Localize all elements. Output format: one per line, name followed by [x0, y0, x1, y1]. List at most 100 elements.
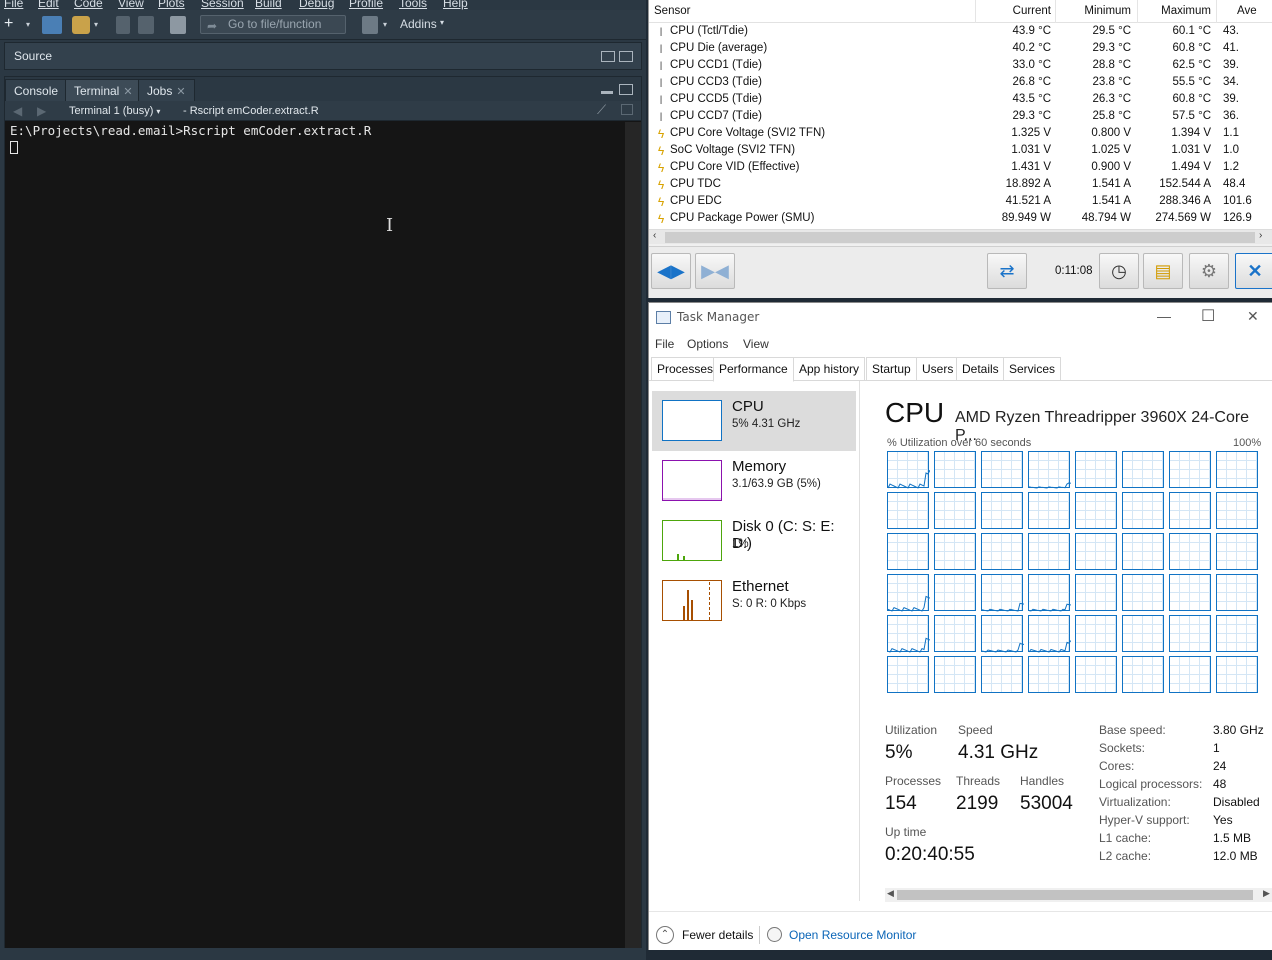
sensor-name: CPU CCD7 (Tdie)	[670, 110, 763, 122]
open-file-icon[interactable]	[72, 16, 90, 34]
sensor-row[interactable]: ϟ CPU TDC 18.892 A 1.541 A 152.544 A 48.4	[649, 177, 1272, 194]
print-icon[interactable]	[170, 16, 186, 34]
minimize-pane-icon[interactable]	[601, 91, 613, 94]
col-minimum[interactable]: Minimum	[1079, 5, 1131, 17]
logging-icon[interactable]: ▤	[1143, 253, 1183, 289]
core-graph	[1169, 615, 1211, 652]
close-terminal-icon[interactable]	[621, 104, 633, 115]
addins-button[interactable]: Addins	[400, 17, 437, 31]
new-project-icon[interactable]	[42, 16, 62, 34]
sensor-row[interactable]: ϟ SoC Voltage (SVI2 TFN) 1.031 V 1.025 V 1.0…	[649, 143, 1272, 160]
scroll-thumb[interactable]	[665, 232, 1255, 243]
menu-file[interactable]: File	[655, 337, 674, 351]
sensor-row[interactable]: ϟ CPU Package Power (SMU) 89.949 W 48.794 W…	[649, 211, 1272, 228]
sidebar-item-cpu[interactable]: CPU 5% 4.31 GHz	[652, 391, 856, 451]
tab-startup[interactable]: Startup	[866, 357, 917, 381]
tab-jobs[interactable]: Jobs ✕	[138, 79, 195, 101]
gear-icon[interactable]: ⚙	[1189, 253, 1229, 289]
clock-icon[interactable]: ◷	[1099, 253, 1139, 289]
menu-debug[interactable]: Debug	[299, 0, 334, 10]
terminal-selector[interactable]: Terminal 1 (busy) ▾	[69, 105, 160, 117]
back-arrow-icon[interactable]: ◀	[13, 104, 22, 118]
menu-code[interactable]: Code	[74, 0, 103, 10]
tab-performance[interactable]: Performance	[713, 357, 794, 382]
menu-profile[interactable]: Profile	[349, 0, 383, 10]
col-current[interactable]: Current	[1009, 5, 1051, 17]
terminal-scrollbar[interactable]	[625, 122, 641, 948]
scroll-left-icon[interactable]: ◀	[887, 888, 894, 899]
menu-plots[interactable]: Plots	[158, 0, 185, 10]
core-graph	[887, 574, 930, 612]
tab-terminal[interactable]: Terminal ✕	[65, 79, 142, 101]
minimize-icon[interactable]: —	[1157, 308, 1171, 324]
scroll-left-icon[interactable]: ‹	[653, 230, 656, 241]
new-file-dropdown-icon[interactable]: ▾	[26, 16, 34, 34]
sensor-row[interactable]: ǀ CPU CCD1 (Tdie) 33.0 °C 28.8 °C 62.5 °C 39.	[649, 58, 1272, 75]
forward-arrow-icon[interactable]: ▶	[37, 104, 46, 118]
terminal-output[interactable]: E:\Projects\read.email>Rscript emCoder.e…	[5, 122, 625, 948]
sidebar-item-memory[interactable]: Memory 3.1/63.9 GB (5%)	[652, 451, 856, 511]
goto-file-input[interactable]: ➦ Go to file/function	[200, 15, 346, 34]
restore-pane-icon[interactable]	[601, 51, 615, 62]
sensor-table[interactable]: Sensor Current Minimum Maximum Ave ǀ CPU …	[649, 0, 1272, 230]
fewer-details-button[interactable]: Fewer details	[682, 928, 753, 942]
sensor-row[interactable]: ǀ CPU CCD7 (Tdie) 29.3 °C 25.8 °C 57.5 °C 36.	[649, 109, 1272, 126]
sensor-row[interactable]: ǀ CPU (Tctl/Tdie) 43.9 °C 29.5 °C 60.1 °C 43.	[649, 24, 1272, 41]
menu-view[interactable]: View	[118, 0, 144, 10]
details-hscrollbar[interactable]: ◀ ▶	[885, 888, 1272, 902]
scroll-thumb[interactable]	[897, 890, 1253, 900]
hwinfo-window: Sensor Current Minimum Maximum Ave ǀ CPU …	[648, 0, 1272, 298]
sidebar-item-ethernet[interactable]: Ethernet S: 0 R: 0 Kbps	[652, 571, 856, 631]
menu-view[interactable]: View	[743, 337, 769, 351]
sensor-minimum: 26.3 °C	[1092, 93, 1131, 105]
close-icon[interactable]: ✕	[1247, 308, 1259, 325]
sensor-row[interactable]: ϟ CPU Core Voltage (SVI2 TFN) 1.325 V 0.800…	[649, 126, 1272, 143]
menu-options[interactable]: Options	[687, 337, 728, 351]
open-dropdown-icon[interactable]: ▾	[94, 16, 102, 34]
menu-build[interactable]: Build	[255, 0, 282, 10]
col-sensor[interactable]: Sensor	[654, 5, 690, 17]
col-average[interactable]: Ave	[1237, 5, 1257, 17]
expand-arrows-icon[interactable]: ◀▶	[651, 253, 691, 289]
network-icon[interactable]: ⇄	[987, 253, 1027, 289]
close-icon[interactable]: ✕	[176, 86, 185, 98]
tab-app-history[interactable]: App history	[793, 357, 866, 381]
close-icon[interactable]: ✕	[123, 86, 132, 98]
sidebar-item-disk[interactable]: Disk 0 (C: S: E: D:) 1%	[652, 511, 856, 571]
save-icon[interactable]	[116, 16, 130, 34]
col-maximum[interactable]: Maximum	[1149, 5, 1211, 17]
scroll-right-icon[interactable]: ›	[1259, 230, 1262, 241]
sensor-row[interactable]: ϟ CPU Core VID (Effective) 1.431 V 0.900 V 1…	[649, 160, 1272, 177]
layout-dropdown-icon[interactable]: ▾	[383, 16, 391, 34]
sensor-row[interactable]: ǀ CPU Die (average) 40.2 °C 29.3 °C 60.8 °C 4…	[649, 41, 1272, 58]
menu-file[interactable]: File	[4, 0, 23, 10]
stat-label-processes: Processes	[885, 774, 942, 788]
sensor-row[interactable]: ǀ CPU CCD3 (Tdie) 26.8 °C 23.8 °C 55.5 °C 34.	[649, 75, 1272, 92]
sensor-row[interactable]: ϟ CPU EDC 41.521 A 1.541 A 288.346 A 101.6	[649, 194, 1272, 211]
collapse-arrows-icon[interactable]: ▶◀	[695, 253, 735, 289]
maximize-icon[interactable]: ☐	[1201, 306, 1215, 326]
menu-tools[interactable]: Tools	[399, 0, 427, 10]
scroll-right-icon[interactable]: ▶	[1263, 888, 1270, 899]
sensor-hscrollbar[interactable]: ‹ ›	[649, 229, 1272, 244]
tab-console[interactable]: Console	[5, 79, 68, 101]
grid-layout-icon[interactable]	[362, 16, 378, 34]
tab-users[interactable]: Users	[916, 357, 960, 381]
menu-session[interactable]: Session	[201, 0, 244, 10]
resource-monitor-icon[interactable]	[767, 927, 782, 942]
menu-edit[interactable]: Edit	[38, 0, 59, 10]
text-cursor-icon: I	[386, 215, 394, 236]
maximize-pane-icon[interactable]	[619, 51, 633, 62]
restore-pane-icon[interactable]	[619, 84, 633, 95]
chevron-up-icon[interactable]: ⌃	[656, 926, 674, 944]
tab-services[interactable]: Services	[1003, 357, 1062, 381]
open-resource-monitor-link[interactable]: Open Resource Monitor	[789, 928, 916, 942]
tab-details[interactable]: Details	[956, 357, 1005, 381]
broom-icon[interactable]: ⟋	[597, 102, 606, 118]
close-icon[interactable]: ✕	[1235, 253, 1272, 289]
save-all-icon[interactable]	[138, 16, 154, 34]
menu-help[interactable]: Help	[443, 0, 468, 10]
new-file-icon[interactable]: +	[4, 16, 24, 34]
sensor-row[interactable]: ǀ CPU CCD5 (Tdie) 43.5 °C 26.3 °C 60.8 °C 39.	[649, 92, 1272, 109]
tab-processes[interactable]: Processes	[651, 357, 720, 381]
